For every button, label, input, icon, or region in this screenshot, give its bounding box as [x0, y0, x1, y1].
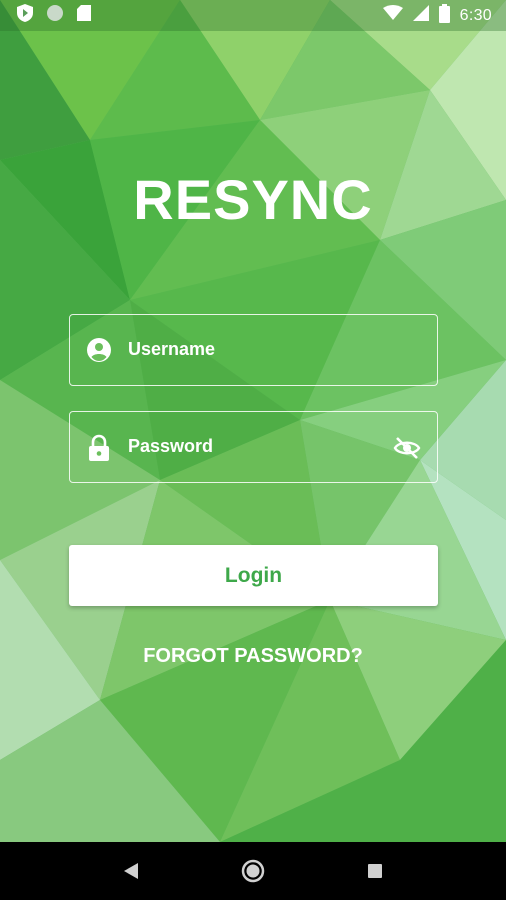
navigation-bar [0, 842, 506, 900]
status-left [16, 3, 92, 28]
back-icon[interactable] [111, 851, 151, 891]
lock-icon [86, 434, 112, 461]
status-right: 6:30 [382, 3, 492, 28]
recents-icon[interactable] [355, 851, 395, 891]
wifi-icon [382, 5, 403, 26]
password-input[interactable]: Password [128, 436, 213, 457]
username-input[interactable]: Username [128, 339, 215, 360]
signal-icon [412, 5, 429, 26]
visibility-off-icon[interactable] [393, 434, 421, 462]
circle-icon [46, 4, 64, 27]
login-screen: RESYNC Username Password Login FORGOT PA… [0, 31, 506, 842]
account-circle-icon [86, 337, 112, 363]
sd-card-icon [76, 4, 92, 27]
status-bar: 6:30 [0, 0, 506, 31]
password-field[interactable]: Password [69, 411, 438, 483]
app-title: RESYNC [133, 168, 373, 231]
battery-icon [438, 3, 450, 28]
forgot-password-link[interactable]: FORGOT PASSWORD? [0, 645, 506, 668]
home-icon[interactable] [233, 851, 273, 891]
status-time: 6:30 [459, 6, 492, 24]
shield-icon [16, 3, 34, 28]
username-field[interactable]: Username [69, 314, 438, 386]
login-button[interactable]: Login [69, 545, 438, 606]
